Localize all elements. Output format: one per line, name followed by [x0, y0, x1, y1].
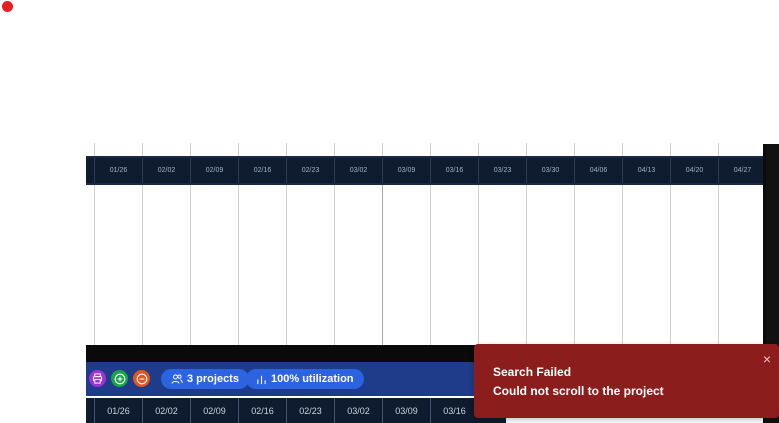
grid-line: [526, 143, 527, 156]
grid-line: [94, 185, 95, 347]
footer-week-label: 02/02: [142, 398, 190, 423]
zoom-in-button[interactable]: [111, 370, 128, 387]
timeline-week-label: 04/20: [670, 158, 718, 183]
projects-count-badge[interactable]: 3 projects: [161, 369, 249, 389]
grid-line: [142, 185, 143, 347]
timeline: 01/26 02/02 02/09 02/16 02/23 03/02 03/09 03/16…: [86, 143, 779, 347]
grid-line: [382, 185, 383, 347]
timeline-week-label: 03/30: [526, 158, 574, 183]
grid-line: [478, 143, 479, 156]
grid-line: [190, 143, 191, 156]
timeline-week-label: 03/16: [430, 158, 478, 183]
utilization-label: 100% utilization: [271, 373, 354, 385]
grid-line: [574, 143, 575, 156]
recording-indicator: [2, 1, 13, 12]
footer-timeline: 01/26 02/02 02/09 02/16 02/23 03/02 03/09 03/16: [86, 398, 506, 423]
timeline-week-label: 04/06: [574, 158, 622, 183]
footer-week-label: 03/02: [334, 398, 382, 423]
timeline-week-label: 03/02: [334, 158, 382, 183]
zoom-out-button[interactable]: [133, 370, 150, 387]
utilization-badge[interactable]: 100% utilization: [246, 369, 364, 389]
grid-line: [718, 143, 719, 156]
footer-week-label: 02/16: [238, 398, 286, 423]
footer-week-label: 03/09: [382, 398, 430, 423]
timeline-top-ticks: [86, 143, 779, 156]
grid-line: [622, 185, 623, 347]
grid-line: [286, 143, 287, 156]
grid-line: [430, 185, 431, 347]
grid-line: [526, 185, 527, 347]
grid-line: [142, 143, 143, 156]
grid-line: [238, 143, 239, 156]
grid-line: [478, 185, 479, 347]
error-toast: Search Failed Could not scroll to the pr…: [474, 344, 779, 418]
grid-line: [670, 143, 671, 156]
timeline-header: 01/26 02/02 02/09 02/16 02/23 03/02 03/09 03/16…: [86, 156, 764, 185]
footer-week-label: 02/09: [190, 398, 238, 423]
toast-message: Could not scroll to the project: [493, 384, 664, 398]
grid-line: [94, 143, 95, 156]
printer-icon: [92, 373, 103, 384]
grid-line: [622, 143, 623, 156]
timeline-grid[interactable]: [86, 185, 767, 347]
print-button[interactable]: [89, 370, 106, 387]
timeline-week-label: 04/13: [622, 158, 670, 183]
timeline-week-label: 04/27: [718, 158, 766, 183]
grid-line: [430, 143, 431, 156]
grid-line: [238, 185, 239, 347]
plus-icon: [114, 373, 125, 384]
timeline-week-label: 03/23: [478, 158, 526, 183]
footer-week-label: 03/16: [430, 398, 478, 423]
grid-line: [382, 143, 383, 156]
grid-line: [574, 185, 575, 347]
grid-line: [670, 185, 671, 347]
timeline-week-label: 02/02: [142, 158, 190, 183]
bar-chart-icon: [257, 375, 266, 384]
footer-week-label: 01/26: [94, 398, 142, 423]
timeline-week-label: 03/09: [382, 158, 430, 183]
users-icon: [171, 374, 183, 384]
timeline-week-label: 01/26: [94, 158, 142, 183]
footer-week-label: 02/23: [286, 398, 334, 423]
projects-count-label: 3 projects: [187, 373, 239, 385]
timeline-week-label: 02/23: [286, 158, 334, 183]
timeline-week-label: 02/09: [190, 158, 238, 183]
close-icon[interactable]: ×: [763, 351, 771, 367]
toast-title: Search Failed: [493, 365, 572, 379]
grid-line: [718, 185, 719, 347]
grid-line: [286, 185, 287, 347]
grid-line: [334, 143, 335, 156]
grid-line: [190, 185, 191, 347]
grid-line: [334, 185, 335, 347]
timeline-week-label: 02/16: [238, 158, 286, 183]
minus-icon: [136, 373, 147, 384]
